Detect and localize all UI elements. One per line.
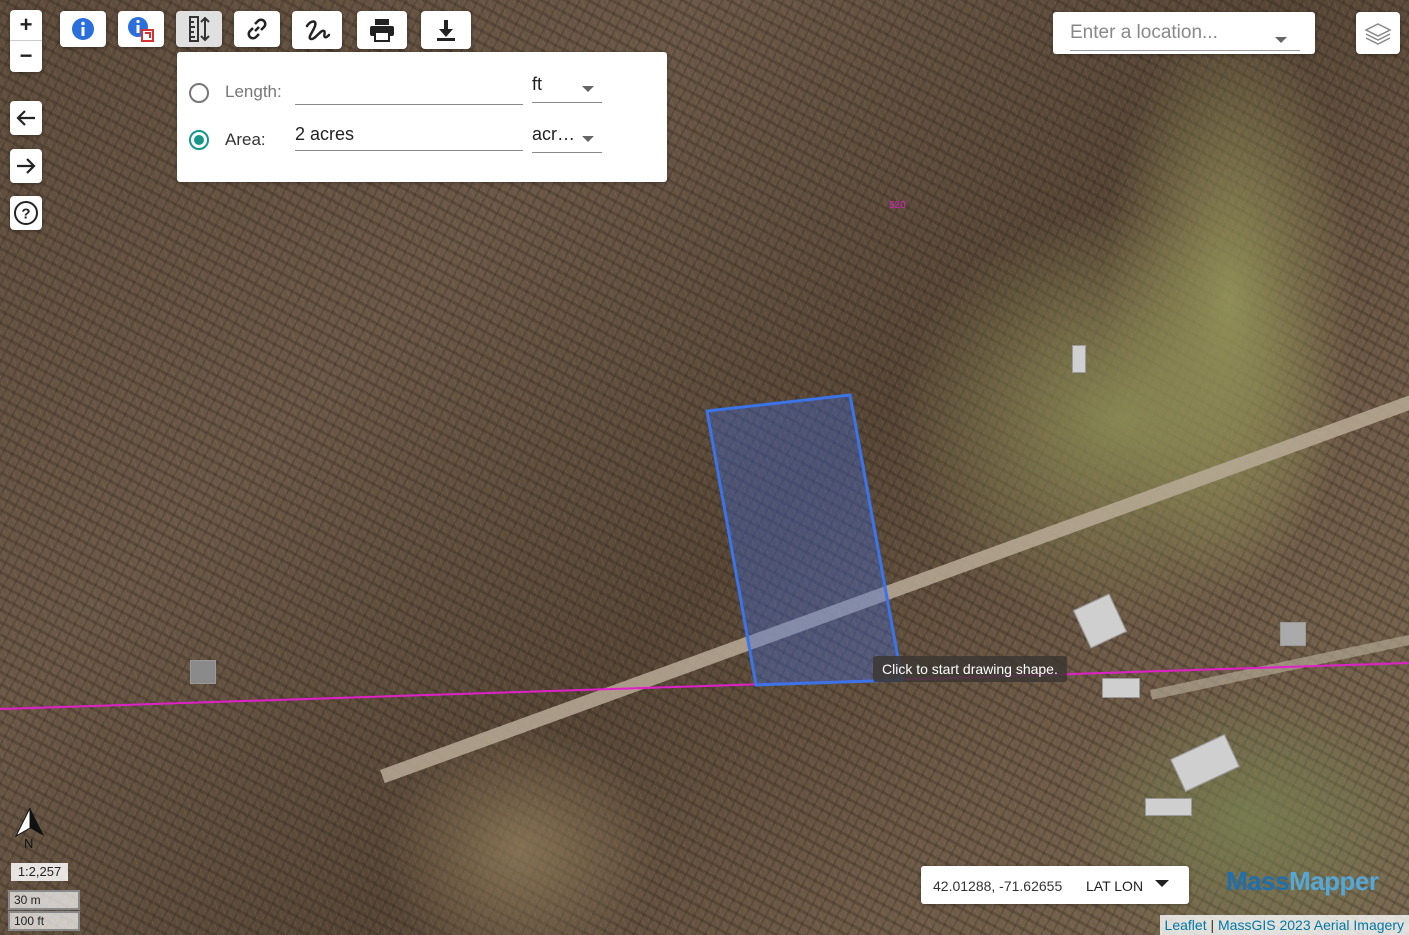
back-button[interactable] (10, 101, 42, 135)
zoom-in-button[interactable]: + (10, 10, 42, 41)
forward-button[interactable] (10, 149, 42, 183)
map-attribution: Leaflet | MassGIS 2023 Aerial Imagery (1159, 915, 1409, 935)
coordinate-mode-select[interactable]: LAT LON (1086, 878, 1143, 894)
imagery-link[interactable]: MassGIS 2023 Aerial Imagery (1218, 917, 1404, 933)
logo-part: Mass (1226, 866, 1290, 896)
length-unit-select[interactable]: ft (532, 74, 602, 103)
chevron-down-icon (582, 86, 594, 92)
area-label: Area: (225, 130, 266, 149)
print-button[interactable] (357, 11, 407, 49)
length-label: Length: (225, 82, 282, 101)
parcel-label: 520 (889, 200, 906, 211)
area-unit-value: acr… (532, 124, 576, 144)
location-search: Enter a location... (1053, 12, 1315, 54)
chevron-down-icon[interactable] (1275, 37, 1287, 43)
area-unit-select[interactable]: acr… (532, 124, 602, 153)
scale-ratio: 1:2,257 (11, 863, 68, 881)
zoom-control: + − (10, 10, 42, 72)
drawn-area-shape[interactable] (705, 393, 904, 687)
length-field[interactable] (295, 78, 523, 105)
town-boundary-line (0, 662, 1409, 710)
north-label: N (24, 836, 34, 851)
draw-tooltip: Click to start drawing shape. (873, 656, 1067, 682)
layers-button[interactable] (1356, 12, 1400, 54)
info-icon (72, 18, 94, 40)
coordinate-display: 42.01288, -71.62655 LAT LON (921, 866, 1189, 904)
link-icon (247, 18, 267, 40)
area-field[interactable]: 2 acres (295, 124, 523, 151)
info-button[interactable] (60, 11, 106, 47)
download-icon (437, 20, 455, 41)
measure-icon (189, 16, 210, 42)
attribution-separator: | (1206, 917, 1219, 933)
zoom-out-button[interactable]: − (10, 41, 42, 71)
identify-parcel-button[interactable] (118, 11, 164, 47)
length-radio[interactable] (189, 83, 209, 103)
help-button[interactable]: ? (10, 196, 42, 230)
chevron-down-icon (582, 136, 594, 142)
scale-bar-imperial: 100 ft (8, 911, 80, 931)
back-arrow-icon (16, 110, 35, 126)
logo-part: Mapper (1289, 866, 1379, 896)
scale-bar-metric: 30 m (8, 890, 80, 910)
draw-button[interactable] (292, 11, 342, 49)
download-button[interactable] (421, 11, 471, 49)
layers-icon (1364, 23, 1392, 45)
leaflet-link[interactable]: Leaflet (1165, 917, 1207, 933)
print-icon (370, 19, 394, 42)
massmapper-logo: MassMapper (1226, 866, 1379, 897)
chevron-down-icon[interactable] (1155, 880, 1169, 887)
area-radio[interactable] (189, 130, 209, 150)
coordinate-value: 42.01288, -71.62655 (933, 878, 1063, 894)
measure-panel: Length: ft Area: 2 acres acr… (177, 52, 667, 182)
location-search-input[interactable]: Enter a location... (1070, 22, 1300, 51)
measure-button[interactable] (176, 11, 222, 47)
help-icon: ? (14, 201, 38, 225)
north-arrow: N (12, 806, 48, 852)
length-unit-value: ft (532, 74, 543, 94)
share-link-button[interactable] (234, 11, 280, 47)
draw-icon (305, 20, 331, 41)
identify-parcel-icon (128, 17, 154, 42)
forward-arrow-icon (17, 158, 36, 174)
svg-text:?: ? (21, 206, 30, 223)
